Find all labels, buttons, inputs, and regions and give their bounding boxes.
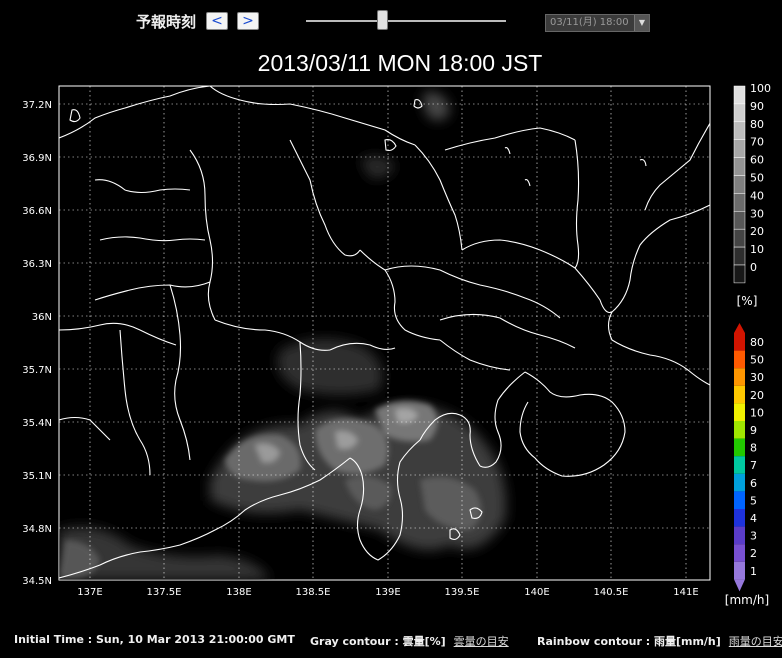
rain-legend-top-arrow bbox=[734, 323, 745, 333]
cloud-legend-swatch bbox=[733, 228, 746, 248]
rainbow-contour-link[interactable]: 雨量の目安 bbox=[729, 635, 782, 648]
lat-tick: 35.1N bbox=[22, 471, 52, 482]
cloud-legend-swatch bbox=[733, 175, 746, 194]
cloud-legend-swatch bbox=[733, 139, 746, 158]
latitude-labels: 37.2N 36.9N 36.6N 36.3N 36N 35.7N 35.4N … bbox=[22, 100, 52, 587]
rain-legend-swatch bbox=[734, 456, 745, 474]
rain-legend-swatch bbox=[734, 385, 745, 404]
rain-legend-swatch bbox=[734, 421, 745, 439]
rain-legend-tick: 10 bbox=[750, 406, 764, 419]
rain-legend-tick: 6 bbox=[750, 477, 757, 490]
cloud-legend-tick: 0 bbox=[750, 261, 757, 274]
lon-tick: 137E bbox=[77, 587, 102, 598]
rain-legend-tick: 50 bbox=[750, 354, 764, 367]
forecast-map: 37.2N 36.9N 36.6N 36.3N 36N 35.7N 35.4N … bbox=[22, 82, 771, 607]
rain-legend-swatch bbox=[734, 526, 745, 545]
rain-legend-tick: 1 bbox=[750, 565, 757, 578]
cloud-legend-swatch bbox=[733, 85, 746, 105]
cloud-legend-tick: 40 bbox=[750, 189, 764, 202]
lon-tick: 138E bbox=[226, 587, 251, 598]
lon-tick: 138.5E bbox=[296, 587, 331, 598]
rain-legend-tick: 9 bbox=[750, 424, 757, 437]
cloud-legend-tick: 50 bbox=[750, 172, 764, 185]
cloud-legend-tick: 60 bbox=[750, 154, 764, 167]
lat-tick: 35.7N bbox=[22, 365, 52, 376]
rain-legend-tick: 8 bbox=[750, 442, 757, 455]
rain-legend-swatch bbox=[734, 333, 745, 351]
lat-tick: 34.8N bbox=[22, 524, 52, 535]
cloud-legend-tick: 70 bbox=[750, 136, 764, 149]
rain-legend-swatch bbox=[734, 491, 745, 509]
rainbow-contour-label: Rainbow contour : 雨量[mm/h] bbox=[537, 635, 721, 648]
lon-tick: 137.5E bbox=[147, 587, 182, 598]
rain-legend-tick: 4 bbox=[750, 512, 757, 525]
rain-legend-tick: 80 bbox=[750, 336, 764, 349]
cloud-legend-swatch bbox=[733, 103, 746, 123]
cloud-legend-tick: 30 bbox=[750, 207, 764, 220]
lat-tick: 36.3N bbox=[22, 259, 52, 270]
rain-legend-swatch bbox=[734, 368, 745, 386]
lat-tick: 36.6N bbox=[22, 206, 52, 217]
cloud-legend-tick: 10 bbox=[750, 243, 764, 256]
rain-legend-swatch bbox=[734, 403, 745, 421]
longitude-labels: 137E 137.5E 138E 138.5E 139E 139.5E 140E… bbox=[77, 587, 698, 598]
rain-legend-tick: 30 bbox=[750, 371, 764, 384]
cloud-legend-swatch bbox=[733, 211, 746, 230]
lon-tick: 141E bbox=[673, 587, 698, 598]
rain-legend-swatch bbox=[734, 544, 745, 562]
cloud-legend-swatch bbox=[733, 246, 746, 266]
cloud-legend-unit: [%] bbox=[737, 294, 758, 308]
rain-legend-swatch bbox=[734, 561, 745, 580]
gray-contour-info: Gray contour : 雲量[%] 雲量の目安 bbox=[310, 633, 509, 649]
rain-legend-swatch bbox=[734, 438, 745, 457]
lat-tick: 36.9N bbox=[22, 153, 52, 164]
initial-time: Initial Time : Sun, 10 Mar 2013 21:00:00… bbox=[14, 633, 295, 646]
lon-tick: 140.5E bbox=[594, 587, 629, 598]
cloud-legend-swatch bbox=[733, 193, 746, 212]
gray-contour-link[interactable]: 雲量の目安 bbox=[454, 635, 509, 648]
lat-tick: 37.2N bbox=[22, 100, 52, 111]
gray-contour-label: Gray contour : 雲量[%] bbox=[310, 635, 446, 648]
rain-legend-tick: 3 bbox=[750, 530, 757, 543]
cloud-legend-tick: 20 bbox=[750, 225, 764, 238]
cloud-legend-tick: 100 bbox=[750, 82, 771, 95]
rain-legend-tick: 20 bbox=[750, 389, 764, 402]
rain-legend-tick: 7 bbox=[750, 459, 757, 472]
rain-legend-tick: 5 bbox=[750, 494, 757, 507]
cloud-cover-legend: 1009080706050403020100 bbox=[733, 82, 771, 284]
rain-legend-swatch bbox=[734, 350, 745, 369]
cloud-legend-tick: 80 bbox=[750, 118, 764, 131]
rain-legend-swatch bbox=[734, 473, 745, 492]
lat-tick: 34.5N bbox=[22, 576, 52, 587]
lat-tick: 36N bbox=[32, 312, 52, 323]
rain-legend: 80 50 30 20 10 9 8 7 6 5 4 3 2 1 bbox=[734, 323, 764, 592]
lon-tick: 139E bbox=[375, 587, 400, 598]
rain-legend-bottom-arrow bbox=[734, 579, 745, 592]
lon-tick: 140E bbox=[524, 587, 549, 598]
cloud-legend-swatch bbox=[733, 157, 746, 176]
cloud-legend-swatch bbox=[733, 121, 746, 140]
cloud-legend-swatch bbox=[733, 264, 746, 284]
rain-legend-unit: [mm/h] bbox=[725, 593, 769, 607]
rain-legend-swatch bbox=[734, 509, 745, 527]
rain-legend-tick: 2 bbox=[750, 547, 757, 560]
lat-tick: 35.4N bbox=[22, 418, 52, 429]
cloud-legend-tick: 90 bbox=[750, 100, 764, 113]
lon-tick: 139.5E bbox=[445, 587, 480, 598]
rainbow-contour-info: Rainbow contour : 雨量[mm/h] 雨量の目安 bbox=[537, 633, 782, 649]
